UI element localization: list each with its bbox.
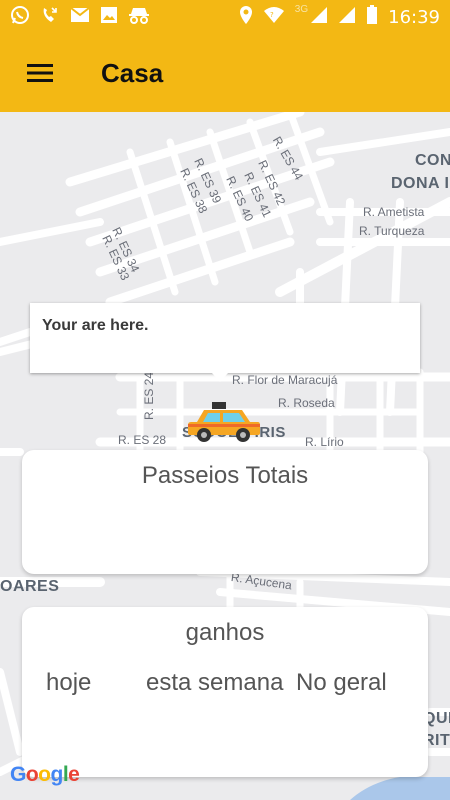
- info-window[interactable]: Your are here.: [30, 303, 420, 373]
- battery-icon: [366, 5, 378, 29]
- signal-icon: [310, 6, 328, 28]
- location-icon: [239, 5, 253, 29]
- mail-icon: [70, 7, 90, 27]
- street-label: R. ES 28: [118, 433, 167, 447]
- total-rides-card[interactable]: Passeios Totais: [22, 450, 428, 574]
- earnings-today-label[interactable]: hoje: [46, 669, 91, 697]
- network-type: 3G: [294, 4, 309, 15]
- earnings-card[interactable]: ganhos hoje esta semana No geral: [22, 607, 428, 777]
- street-label: R. Roseda: [278, 396, 335, 410]
- status-bar: ? 3G 16:39: [0, 0, 450, 34]
- signal-icon-2: [338, 6, 356, 28]
- system-icons: ? 3G 16:39: [239, 5, 440, 29]
- app-bar: Casa: [0, 34, 450, 112]
- svg-text:?: ?: [270, 11, 274, 19]
- whatsapp-icon: [10, 5, 30, 29]
- street-label: R. Flor de Maracujá: [232, 373, 338, 387]
- street-label: R. Ametista: [363, 205, 425, 219]
- total-rides-title: Passeios Totais: [141, 462, 309, 489]
- page-title: Casa: [101, 57, 164, 88]
- street-label: R. Lírio: [305, 435, 344, 449]
- notification-icons: [10, 5, 150, 29]
- hamburger-menu-icon[interactable]: [13, 46, 67, 100]
- earnings-week-label[interactable]: esta semana: [146, 669, 283, 697]
- incognito-icon: [128, 6, 150, 28]
- missed-call-icon: [40, 5, 60, 29]
- google-logo: Google: [10, 763, 80, 786]
- image-icon: [100, 6, 118, 28]
- taxi-marker-icon[interactable]: [188, 402, 260, 449]
- earnings-overall-label[interactable]: No geral: [296, 669, 387, 697]
- street-label: R. Turqueza: [359, 224, 425, 238]
- wifi-icon: ?: [263, 6, 285, 28]
- area-label: CON: [415, 152, 450, 169]
- area-label: DONA I: [391, 175, 450, 192]
- earnings-title: ganhos: [185, 619, 265, 646]
- clock: 16:39: [388, 6, 440, 28]
- info-window-pointer: [212, 373, 228, 382]
- area-label: OARES: [0, 578, 60, 595]
- info-window-text: Your are here.: [42, 317, 149, 334]
- street-label: R. ES 24: [142, 371, 156, 420]
